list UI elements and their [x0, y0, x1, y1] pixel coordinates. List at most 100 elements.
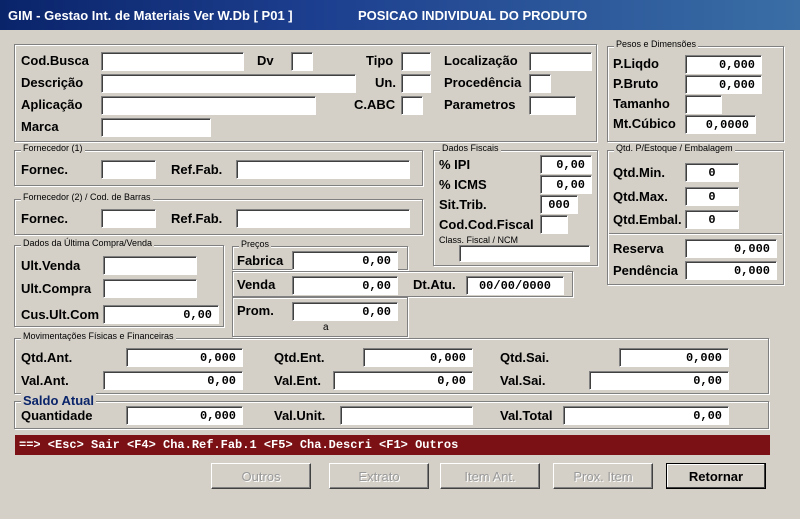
tamanho-input[interactable] [685, 95, 722, 114]
movimentacoes-group-title: Movimentações Físicas e Financeiras [21, 331, 176, 341]
quantidade-label: Quantidade [21, 408, 93, 423]
extrato-button[interactable]: Extrato [329, 463, 429, 489]
val-unit-label: Val.Unit. [274, 408, 326, 423]
fornecedor1-group-title: Fornecedor (1) [21, 143, 85, 153]
prox-item-button[interactable]: Prox. Item [553, 463, 653, 489]
marca-label: Marca [21, 119, 59, 134]
val-sai-label: Val.Sai. [500, 373, 546, 388]
val-ant-label: Val.Ant. [21, 373, 69, 388]
ref-fab1-label: Ref.Fab. [171, 162, 223, 177]
outros-button[interactable]: Outros [211, 463, 311, 489]
qtd-embal-input[interactable]: 0 [685, 210, 739, 229]
title-bar: GIM - Gestao Int. de Materiais Ver W.Db … [0, 0, 800, 30]
val-ent-input[interactable]: 0,00 [333, 371, 473, 390]
fabrica-input[interactable]: 0,00 [292, 251, 398, 270]
estoque-group-title: Qtd. P/Estoque / Embalagem [614, 143, 735, 153]
retornar-button[interactable]: Retornar [666, 463, 766, 489]
pendencia-input[interactable]: 0,000 [685, 261, 777, 280]
tamanho-label: Tamanho [613, 96, 670, 111]
ref-fab2-label: Ref.Fab. [171, 211, 223, 226]
tipo-input[interactable] [401, 52, 431, 71]
descricao-label: Descrição [21, 75, 84, 90]
icms-input[interactable]: 0,00 [540, 175, 592, 194]
cod-busca-label: Cod.Busca [21, 53, 89, 68]
cus-ult-com-input[interactable]: 0,00 [103, 305, 219, 324]
mt-cubico-label: Mt.Cúbico [613, 116, 676, 131]
val-ant-input[interactable]: 0,00 [103, 371, 243, 390]
ipi-input[interactable]: 0,00 [540, 155, 592, 174]
val-unit-input[interactable] [340, 406, 473, 425]
dt-atu-input[interactable]: 00/00/0000 [466, 276, 564, 295]
marca-input[interactable] [101, 118, 211, 137]
mt-cubico-input[interactable]: 0,0000 [685, 115, 756, 134]
val-total-input[interactable]: 0,00 [563, 406, 729, 425]
qtd-ent-input[interactable]: 0,000 [363, 348, 473, 367]
shortcut-status-bar: ==> <Esc> Sair <F4> Cha.Ref.Fab.1 <F5> C… [15, 435, 770, 455]
fornec2-input[interactable] [101, 209, 156, 228]
ultima-group-title: Dados da Última Compra/Venda [21, 238, 155, 248]
qtd-min-input[interactable]: 0 [685, 163, 739, 182]
window-title: GIM - Gestao Int. de Materiais Ver W.Db … [8, 8, 293, 23]
un-label: Un. [375, 75, 396, 90]
fornec2-label: Fornec. [21, 211, 68, 226]
ult-compra-input[interactable] [103, 279, 197, 298]
prom-input[interactable]: 0,00 [292, 302, 398, 321]
fiscais-group-title: Dados Fiscais [440, 143, 501, 153]
fornec1-input[interactable] [101, 160, 156, 179]
ref-fab1-input[interactable] [236, 160, 410, 179]
screen-title: POSICAO INDIVIDUAL DO PRODUTO [358, 8, 588, 23]
parametros-label: Parametros [444, 97, 516, 112]
procedencia-label: Procedência [444, 75, 522, 90]
sit-trib-label: Sit.Trib. [439, 197, 487, 212]
sit-trib-input[interactable]: 000 [540, 195, 578, 214]
p-liqdo-input[interactable]: 0,000 [685, 55, 762, 74]
ult-venda-input[interactable] [103, 256, 197, 275]
tipo-label: Tipo [366, 53, 394, 68]
fabrica-label: Fabrica [237, 253, 284, 268]
aplicacao-label: Aplicação [21, 97, 83, 112]
localizacao-input[interactable] [529, 52, 592, 71]
cabc-label: C.ABC [354, 97, 396, 112]
icms-label: % ICMS [439, 177, 487, 192]
qtd-embal-label: Qtd.Embal. [613, 212, 682, 227]
reserva-input[interactable]: 0,000 [685, 239, 777, 258]
qtd-sai-input[interactable]: 0,000 [619, 348, 729, 367]
procedencia-input[interactable] [529, 74, 551, 93]
descricao-input[interactable] [101, 74, 356, 93]
quantidade-input[interactable]: 0,000 [126, 406, 243, 425]
qtd-min-label: Qtd.Min. [613, 165, 665, 180]
un-input[interactable] [401, 74, 431, 93]
item-ant-button[interactable]: Item Ant. [440, 463, 540, 489]
venda-label: Venda [237, 277, 276, 292]
prom-note: a [323, 322, 329, 333]
p-liqdo-label: P.Liqdo [613, 56, 659, 71]
reserva-label: Reserva [613, 241, 664, 256]
qtd-ent-label: Qtd.Ent. [274, 350, 325, 365]
precos-group-title: Preços [239, 239, 272, 249]
pendencia-label: Pendência [613, 263, 679, 278]
ncm-input[interactable] [459, 245, 590, 262]
cabc-input[interactable] [401, 96, 423, 115]
ipi-label: % IPI [439, 157, 471, 172]
venda-input[interactable]: 0,00 [292, 276, 398, 295]
qtd-max-input[interactable]: 0 [685, 187, 739, 206]
qtd-sai-label: Qtd.Sai. [500, 350, 550, 365]
val-sai-input[interactable]: 0,00 [589, 371, 729, 390]
cus-ult-com-label: Cus.Ult.Com [21, 307, 99, 322]
qtd-max-label: Qtd.Max. [613, 189, 668, 204]
p-bruto-label: P.Bruto [613, 76, 659, 91]
ult-venda-label: Ult.Venda [21, 258, 81, 273]
p-bruto-input[interactable]: 0,000 [685, 75, 762, 94]
qtd-ant-input[interactable]: 0,000 [126, 348, 243, 367]
ref-fab2-input[interactable] [236, 209, 410, 228]
dv-label: Dv [257, 53, 274, 68]
cod-fiscal-input[interactable] [540, 215, 568, 234]
aplicacao-input[interactable] [101, 96, 316, 115]
ult-compra-label: Ult.Compra [21, 281, 92, 296]
parametros-input[interactable] [529, 96, 576, 115]
dv-input[interactable] [291, 52, 313, 71]
val-total-label: Val.Total [500, 408, 553, 423]
localizacao-label: Localização [444, 53, 518, 68]
cod-busca-input[interactable] [101, 52, 244, 71]
prom-label: Prom. [237, 303, 274, 318]
